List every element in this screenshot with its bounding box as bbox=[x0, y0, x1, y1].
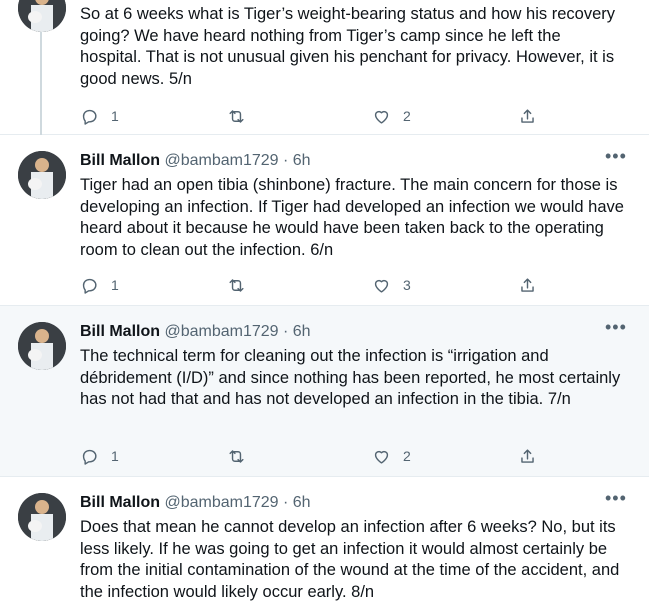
timestamp[interactable]: 6h bbox=[293, 494, 311, 511]
reply-count: 1 bbox=[111, 108, 119, 124]
tweet-text: Does that mean he cannot develop an infe… bbox=[80, 518, 620, 601]
more-icon: ••• bbox=[605, 488, 627, 508]
retweet-icon bbox=[229, 109, 244, 123]
avatar[interactable] bbox=[18, 151, 66, 199]
timestamp[interactable]: 6h bbox=[293, 323, 311, 340]
reply-icon bbox=[82, 109, 97, 125]
like-count: 2 bbox=[403, 448, 411, 464]
display-name[interactable]: Bill Mallon bbox=[80, 323, 160, 340]
separator: · bbox=[283, 323, 289, 340]
avatar-photo-icon bbox=[18, 0, 66, 32]
thread-line bbox=[40, 32, 42, 135]
like-count: 3 bbox=[403, 277, 411, 293]
share-icon bbox=[521, 277, 534, 292]
tweet-text: So at 6 weeks what is Tiger’s weight-bea… bbox=[80, 5, 615, 88]
more-button[interactable]: ••• bbox=[605, 489, 626, 513]
heart-icon bbox=[374, 450, 389, 464]
display-name[interactable]: Bill Mallon bbox=[80, 494, 160, 511]
share-button[interactable] bbox=[518, 446, 537, 466]
display-name[interactable]: Bill Mallon bbox=[80, 152, 160, 169]
share-button[interactable] bbox=[518, 106, 537, 126]
reply-count: 1 bbox=[111, 277, 119, 293]
tweet-6[interactable]: Bill Mallon @bambam1729 · 6h ••• Tiger h… bbox=[0, 135, 649, 306]
tweet-actions: 1 2 bbox=[80, 106, 540, 126]
user-handle[interactable]: @bambam1729 bbox=[164, 323, 278, 340]
heart-icon bbox=[374, 279, 389, 293]
like-button[interactable]: 3 bbox=[372, 275, 411, 295]
share-icon bbox=[521, 448, 534, 463]
more-button[interactable]: ••• bbox=[605, 318, 626, 342]
reply-icon bbox=[82, 278, 97, 294]
tweet-8[interactable]: Bill Mallon @bambam1729 · 6h ••• Does th… bbox=[0, 477, 649, 604]
like-button[interactable]: 2 bbox=[372, 106, 411, 126]
avatar[interactable] bbox=[18, 493, 66, 541]
reply-button[interactable]: 1 bbox=[80, 446, 119, 466]
tweet-header: Bill Mallon @bambam1729 · 6h bbox=[80, 151, 311, 171]
timestamp[interactable]: 6h bbox=[293, 152, 311, 169]
share-button[interactable] bbox=[518, 275, 537, 295]
tweet-5[interactable]: So at 6 weeks what is Tiger’s weight-bea… bbox=[0, 0, 649, 135]
tweet-7[interactable]: Bill Mallon @bambam1729 · 6h ••• The tec… bbox=[0, 306, 649, 477]
reply-count: 1 bbox=[111, 448, 119, 464]
reply-button[interactable]: 1 bbox=[80, 275, 119, 295]
retweet-button[interactable] bbox=[227, 446, 258, 466]
like-count: 2 bbox=[403, 108, 411, 124]
tweet-text: Tiger had an open tibia (shinbone) fract… bbox=[80, 176, 624, 259]
user-handle[interactable]: @bambam1729 bbox=[164, 494, 278, 511]
tweet-header: Bill Mallon @bambam1729 · 6h bbox=[80, 493, 311, 513]
avatar[interactable] bbox=[18, 0, 66, 32]
avatar-photo-icon bbox=[18, 493, 66, 541]
like-button[interactable]: 2 bbox=[372, 446, 411, 466]
separator: · bbox=[283, 494, 289, 511]
separator: · bbox=[283, 152, 289, 169]
avatar-photo-icon bbox=[18, 151, 66, 199]
retweet-icon bbox=[229, 449, 244, 463]
reply-button[interactable]: 1 bbox=[80, 106, 119, 126]
tweet-text: The technical term for cleaning out the … bbox=[80, 347, 621, 408]
tweet-actions: 1 2 bbox=[80, 446, 540, 466]
share-icon bbox=[521, 108, 534, 123]
more-icon: ••• bbox=[605, 146, 627, 166]
more-icon: ••• bbox=[605, 317, 627, 337]
tweet-header: Bill Mallon @bambam1729 · 6h bbox=[80, 322, 311, 342]
reply-icon bbox=[82, 449, 97, 465]
user-handle[interactable]: @bambam1729 bbox=[164, 152, 278, 169]
avatar[interactable] bbox=[18, 322, 66, 370]
tweet-actions: 1 3 bbox=[80, 275, 540, 295]
tweet-thread: So at 6 weeks what is Tiger’s weight-bea… bbox=[0, 0, 649, 604]
retweet-icon bbox=[229, 278, 244, 292]
avatar-photo-icon bbox=[18, 322, 66, 370]
retweet-button[interactable] bbox=[227, 275, 258, 295]
heart-icon bbox=[374, 110, 389, 124]
more-button[interactable]: ••• bbox=[605, 147, 626, 171]
retweet-button[interactable] bbox=[227, 106, 258, 126]
